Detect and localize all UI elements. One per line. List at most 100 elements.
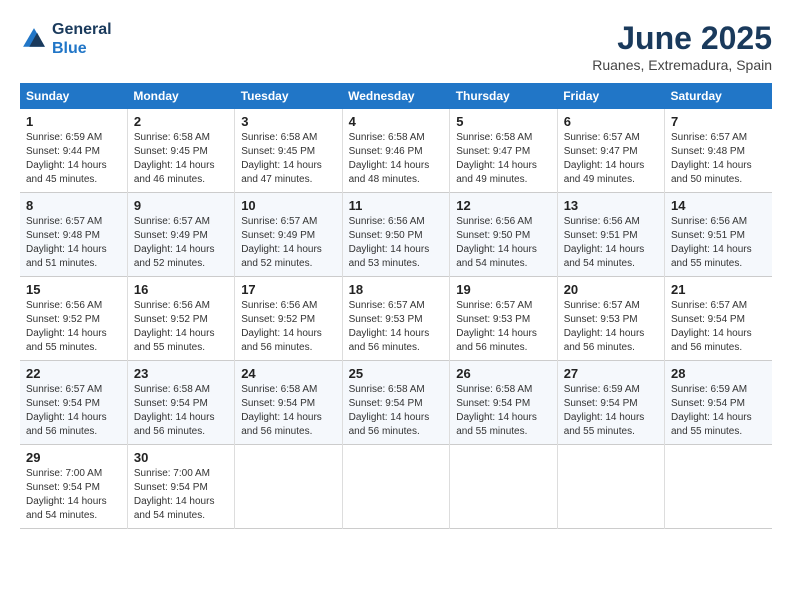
calendar-cell: 27 Sunrise: 6:59 AMSunset: 9:54 PMDaylig… xyxy=(557,361,664,445)
logo-icon xyxy=(20,25,48,53)
calendar-cell: 30 Sunrise: 7:00 AMSunset: 9:54 PMDaylig… xyxy=(127,445,234,529)
day-number: 28 xyxy=(671,366,766,381)
day-number: 4 xyxy=(349,114,444,129)
calendar-cell: 11 Sunrise: 6:56 AMSunset: 9:50 PMDaylig… xyxy=(342,193,450,277)
day-number: 9 xyxy=(134,198,228,213)
day-info: Sunrise: 6:57 AMSunset: 9:49 PMDaylight:… xyxy=(241,216,322,269)
title-block: June 2025 Ruanes, Extremadura, Spain xyxy=(592,20,772,73)
calendar-cell: 7 Sunrise: 6:57 AMSunset: 9:48 PMDayligh… xyxy=(664,109,772,193)
logo-text: General Blue xyxy=(52,20,112,58)
day-info: Sunrise: 6:56 AMSunset: 9:51 PMDaylight:… xyxy=(671,216,752,269)
day-number: 11 xyxy=(349,198,444,213)
calendar-cell: 21 Sunrise: 6:57 AMSunset: 9:54 PMDaylig… xyxy=(664,277,772,361)
day-info: Sunrise: 6:58 AMSunset: 9:46 PMDaylight:… xyxy=(349,132,430,185)
weekday-header: Monday xyxy=(127,83,234,109)
calendar-cell: 6 Sunrise: 6:57 AMSunset: 9:47 PMDayligh… xyxy=(557,109,664,193)
day-number: 15 xyxy=(26,282,121,297)
day-number: 3 xyxy=(241,114,335,129)
weekday-header: Saturday xyxy=(664,83,772,109)
day-number: 2 xyxy=(134,114,228,129)
day-info: Sunrise: 6:58 AMSunset: 9:47 PMDaylight:… xyxy=(456,132,537,185)
calendar-cell: 17 Sunrise: 6:56 AMSunset: 9:52 PMDaylig… xyxy=(235,277,342,361)
day-number: 13 xyxy=(564,198,658,213)
day-info: Sunrise: 7:00 AMSunset: 9:54 PMDaylight:… xyxy=(26,468,107,521)
day-number: 25 xyxy=(349,366,444,381)
calendar-week-row: 29 Sunrise: 7:00 AMSunset: 9:54 PMDaylig… xyxy=(20,445,772,529)
day-number: 19 xyxy=(456,282,550,297)
weekday-header: Friday xyxy=(557,83,664,109)
calendar-cell xyxy=(450,445,557,529)
calendar-cell: 13 Sunrise: 6:56 AMSunset: 9:51 PMDaylig… xyxy=(557,193,664,277)
day-info: Sunrise: 6:57 AMSunset: 9:53 PMDaylight:… xyxy=(349,300,430,353)
page-header: General Blue June 2025 Ruanes, Extremadu… xyxy=(20,20,772,73)
day-info: Sunrise: 6:59 AMSunset: 9:54 PMDaylight:… xyxy=(564,384,645,437)
weekday-header: Wednesday xyxy=(342,83,450,109)
day-info: Sunrise: 6:58 AMSunset: 9:54 PMDaylight:… xyxy=(241,384,322,437)
day-info: Sunrise: 6:57 AMSunset: 9:48 PMDaylight:… xyxy=(671,132,752,185)
calendar-cell: 23 Sunrise: 6:58 AMSunset: 9:54 PMDaylig… xyxy=(127,361,234,445)
month-title: June 2025 xyxy=(592,20,772,57)
day-number: 29 xyxy=(26,450,121,465)
calendar-cell: 24 Sunrise: 6:58 AMSunset: 9:54 PMDaylig… xyxy=(235,361,342,445)
day-number: 26 xyxy=(456,366,550,381)
day-info: Sunrise: 6:56 AMSunset: 9:52 PMDaylight:… xyxy=(134,300,215,353)
day-number: 8 xyxy=(26,198,121,213)
day-info: Sunrise: 6:58 AMSunset: 9:45 PMDaylight:… xyxy=(134,132,215,185)
calendar-cell xyxy=(664,445,772,529)
calendar-week-row: 15 Sunrise: 6:56 AMSunset: 9:52 PMDaylig… xyxy=(20,277,772,361)
day-number: 16 xyxy=(134,282,228,297)
calendar-week-row: 22 Sunrise: 6:57 AMSunset: 9:54 PMDaylig… xyxy=(20,361,772,445)
day-number: 1 xyxy=(26,114,121,129)
calendar-cell: 9 Sunrise: 6:57 AMSunset: 9:49 PMDayligh… xyxy=(127,193,234,277)
calendar-week-row: 8 Sunrise: 6:57 AMSunset: 9:48 PMDayligh… xyxy=(20,193,772,277)
logo-line2: Blue xyxy=(52,40,87,57)
calendar-cell: 14 Sunrise: 6:56 AMSunset: 9:51 PMDaylig… xyxy=(664,193,772,277)
calendar-cell xyxy=(235,445,342,529)
calendar-cell: 18 Sunrise: 6:57 AMSunset: 9:53 PMDaylig… xyxy=(342,277,450,361)
day-number: 14 xyxy=(671,198,766,213)
day-number: 22 xyxy=(26,366,121,381)
day-info: Sunrise: 6:58 AMSunset: 9:54 PMDaylight:… xyxy=(134,384,215,437)
day-info: Sunrise: 6:56 AMSunset: 9:52 PMDaylight:… xyxy=(241,300,322,353)
location-subtitle: Ruanes, Extremadura, Spain xyxy=(592,57,772,73)
day-info: Sunrise: 6:59 AMSunset: 9:54 PMDaylight:… xyxy=(671,384,752,437)
calendar-cell: 25 Sunrise: 6:58 AMSunset: 9:54 PMDaylig… xyxy=(342,361,450,445)
day-number: 18 xyxy=(349,282,444,297)
weekday-header: Tuesday xyxy=(235,83,342,109)
calendar-cell: 15 Sunrise: 6:56 AMSunset: 9:52 PMDaylig… xyxy=(20,277,127,361)
day-info: Sunrise: 6:56 AMSunset: 9:50 PMDaylight:… xyxy=(349,216,430,269)
day-info: Sunrise: 6:56 AMSunset: 9:51 PMDaylight:… xyxy=(564,216,645,269)
day-number: 17 xyxy=(241,282,335,297)
calendar-table: SundayMondayTuesdayWednesdayThursdayFrid… xyxy=(20,83,772,529)
calendar-cell: 29 Sunrise: 7:00 AMSunset: 9:54 PMDaylig… xyxy=(20,445,127,529)
calendar-cell xyxy=(342,445,450,529)
calendar-cell: 5 Sunrise: 6:58 AMSunset: 9:47 PMDayligh… xyxy=(450,109,557,193)
calendar-cell xyxy=(557,445,664,529)
day-info: Sunrise: 6:57 AMSunset: 9:53 PMDaylight:… xyxy=(564,300,645,353)
day-info: Sunrise: 6:57 AMSunset: 9:54 PMDaylight:… xyxy=(26,384,107,437)
day-info: Sunrise: 6:56 AMSunset: 9:52 PMDaylight:… xyxy=(26,300,107,353)
calendar-week-row: 1 Sunrise: 6:59 AMSunset: 9:44 PMDayligh… xyxy=(20,109,772,193)
calendar-cell: 28 Sunrise: 6:59 AMSunset: 9:54 PMDaylig… xyxy=(664,361,772,445)
calendar-cell: 1 Sunrise: 6:59 AMSunset: 9:44 PMDayligh… xyxy=(20,109,127,193)
calendar-cell: 19 Sunrise: 6:57 AMSunset: 9:53 PMDaylig… xyxy=(450,277,557,361)
day-number: 21 xyxy=(671,282,766,297)
day-info: Sunrise: 6:58 AMSunset: 9:54 PMDaylight:… xyxy=(349,384,430,437)
day-info: Sunrise: 6:56 AMSunset: 9:50 PMDaylight:… xyxy=(456,216,537,269)
day-number: 7 xyxy=(671,114,766,129)
day-number: 5 xyxy=(456,114,550,129)
day-number: 30 xyxy=(134,450,228,465)
calendar-cell: 12 Sunrise: 6:56 AMSunset: 9:50 PMDaylig… xyxy=(450,193,557,277)
calendar-cell: 22 Sunrise: 6:57 AMSunset: 9:54 PMDaylig… xyxy=(20,361,127,445)
weekday-header: Thursday xyxy=(450,83,557,109)
weekday-header: Sunday xyxy=(20,83,127,109)
calendar-cell: 2 Sunrise: 6:58 AMSunset: 9:45 PMDayligh… xyxy=(127,109,234,193)
day-number: 12 xyxy=(456,198,550,213)
day-number: 10 xyxy=(241,198,335,213)
day-info: Sunrise: 6:57 AMSunset: 9:54 PMDaylight:… xyxy=(671,300,752,353)
calendar-cell: 8 Sunrise: 6:57 AMSunset: 9:48 PMDayligh… xyxy=(20,193,127,277)
logo: General Blue xyxy=(20,20,112,58)
calendar-cell: 20 Sunrise: 6:57 AMSunset: 9:53 PMDaylig… xyxy=(557,277,664,361)
day-info: Sunrise: 6:59 AMSunset: 9:44 PMDaylight:… xyxy=(26,132,107,185)
day-number: 24 xyxy=(241,366,335,381)
